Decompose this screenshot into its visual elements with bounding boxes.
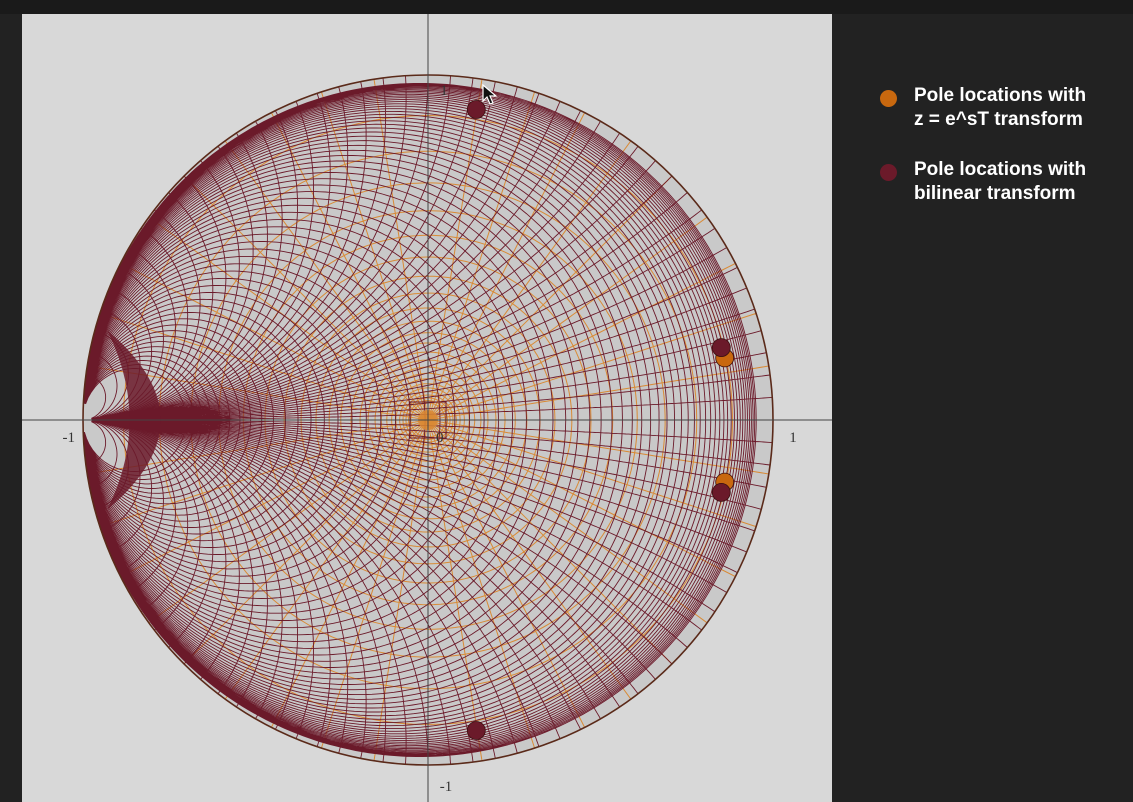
legend-swatch-exp [880,90,897,107]
tick-label-x-pos: 1 [789,430,797,446]
legend-label-exp: Pole locations with z = e^sT transform [914,85,1087,130]
tick-label-y-pos: 1 [440,83,448,99]
z-plane-chart: -1 0 1 1 -1 [22,14,832,802]
bilinear-pole-4 [466,721,486,740]
legend: Pole locations with z = e^sT transform P… [876,84,1126,232]
tick-label-y-neg: -1 [440,779,453,795]
z-plane-plot-panel: -1 0 1 1 -1 [22,14,832,802]
legend-item-exp: Pole locations with z = e^sT transform [876,84,1126,132]
legend-label-bilinear: Pole locations with bilinear transform [914,159,1087,204]
legend-swatch-bilinear [880,164,897,181]
mouse-cursor-icon [482,84,498,105]
tick-label-origin: 0 [436,430,444,446]
top-frame-bar [0,0,1133,14]
legend-item-bilinear: Pole locations with bilinear transform [876,158,1126,206]
bilinear-pole-2 [711,338,731,358]
tick-label-x-neg: -1 [63,430,76,446]
bilinear-pole-3 [711,482,731,502]
